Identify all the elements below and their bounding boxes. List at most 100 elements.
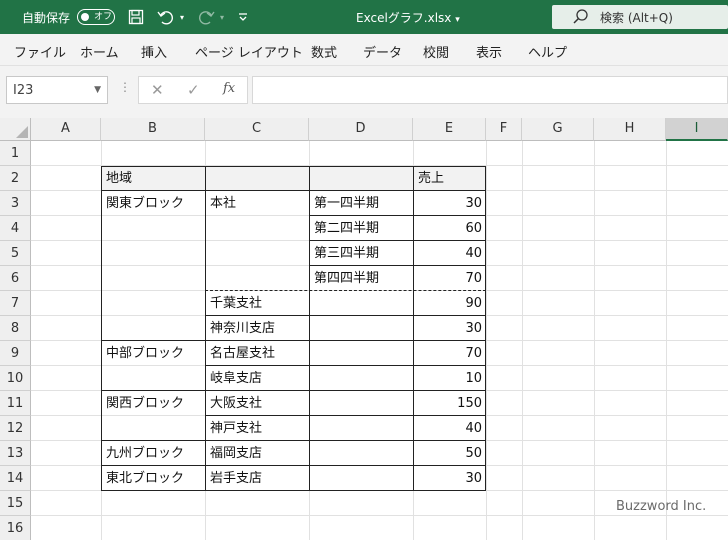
tab-review[interactable]: 校閲 [423,42,449,61]
row-header-5[interactable]: 5 [0,241,31,266]
row-header-10[interactable]: 10 [0,366,31,391]
cell-d4[interactable]: 第二四半期 [310,216,383,241]
row-header-4[interactable]: 4 [0,216,31,241]
gridline [31,515,728,516]
cell-e14[interactable]: 30 [414,466,486,491]
autosave-state: オフ [94,12,113,22]
column-header-b[interactable]: B [101,118,205,141]
cell-d6[interactable]: 第四四半期 [310,266,383,291]
column-header-a[interactable]: A [31,118,101,141]
table-border [205,415,486,416]
column-header-g[interactable]: G [522,118,594,141]
search-icon [572,8,590,30]
row-header-9[interactable]: 9 [0,341,31,366]
row-header-8[interactable]: 8 [0,316,31,341]
cell-c8[interactable]: 神奈川支店 [206,316,279,341]
formula-bar: I23 ▼ ⋮ ✕ ✓ fx [0,66,728,118]
cell-d5[interactable]: 第三四半期 [310,241,383,266]
column-header-e[interactable]: E [413,118,486,141]
more-icon[interactable]: ⋮ [119,80,131,94]
cell-c12[interactable]: 神戸支社 [206,416,266,441]
row-header-2[interactable]: 2 [0,166,31,191]
cell-b11[interactable]: 関西ブロック [102,391,188,416]
undo-dropdown-icon[interactable]: ▾ [177,7,187,27]
table-border [101,190,486,191]
autosave-toggle[interactable]: オフ [77,9,115,25]
customize-icon[interactable] [236,7,250,27]
insert-function-icon[interactable]: fx [223,81,235,96]
column-header-d[interactable]: D [309,118,413,141]
cell-c10[interactable]: 岐阜支店 [206,366,266,391]
column-header-f[interactable]: F [486,118,522,141]
ribbon-tabs: ファイル ホーム 挿入 ページ レイアウト 数式 データ 校閲 表示 ヘルプ [0,34,728,66]
autosave-label: 自動保存 [22,11,71,25]
tab-view[interactable]: 表示 [476,42,502,61]
row-header-11[interactable]: 11 [0,391,31,416]
row-header-1[interactable]: 1 [0,141,31,166]
row-header-15[interactable]: 15 [0,491,31,516]
tab-data[interactable]: データ [363,42,402,61]
redo-dropdown-icon[interactable]: ▾ [217,7,227,27]
row-header-16[interactable]: 16 [0,516,31,540]
cell-e13[interactable]: 50 [414,441,486,466]
cell-c9[interactable]: 名古屋支社 [206,341,279,366]
table-border [309,240,486,241]
cell-c14[interactable]: 岩手支店 [206,466,266,491]
cell-b9[interactable]: 中部ブロック [102,341,188,366]
cell-b14[interactable]: 東北ブロック [102,466,188,491]
cell-e3[interactable]: 30 [414,191,486,216]
watermark: Buzzword Inc. [616,499,707,514]
cell-c13[interactable]: 福岡支店 [206,441,266,466]
cell-b3[interactable]: 関東ブロック [102,191,188,216]
cell-e7[interactable]: 90 [414,291,486,316]
column-header-c[interactable]: C [205,118,309,141]
save-icon[interactable] [126,7,146,27]
cell-e2[interactable]: 売上 [414,166,448,191]
tab-home[interactable]: ホーム [80,42,119,61]
table-border [205,166,206,491]
cell-e9[interactable]: 70 [414,341,486,366]
table-border [101,340,486,341]
row-header-7[interactable]: 7 [0,291,31,316]
row-header-3[interactable]: 3 [0,191,31,216]
cell-e10[interactable]: 10 [414,366,486,391]
cell-c11[interactable]: 大阪支社 [206,391,266,416]
tab-help[interactable]: ヘルプ [528,42,567,61]
cell-d3[interactable]: 第一四半期 [310,191,383,216]
tab-file[interactable]: ファイル [14,42,66,61]
cell-e11[interactable]: 150 [414,391,486,416]
worksheet-grid[interactable]: A B C D E F G H I 1 2 3 4 5 6 7 8 9 10 1… [0,118,728,540]
cell-c7[interactable]: 千葉支社 [206,291,266,316]
row-header-12[interactable]: 12 [0,416,31,441]
row-header-6[interactable]: 6 [0,266,31,291]
cell-e5[interactable]: 40 [414,241,486,266]
tab-insert[interactable]: 挿入 [141,42,167,61]
cell-e12[interactable]: 40 [414,416,486,441]
formula-input[interactable] [252,76,728,104]
cancel-icon[interactable]: ✕ [151,81,164,99]
table-border [101,440,486,441]
tab-page-layout[interactable]: ページ レイアウト [195,42,303,61]
column-header-i[interactable]: I [666,118,728,141]
cell-b2[interactable]: 地域 [102,166,136,191]
row-header-14[interactable]: 14 [0,466,31,491]
tab-formulas[interactable]: 数式 [311,42,337,61]
toggle-knob [81,13,89,21]
file-name[interactable]: Excelグラフ.xlsx ▾ [356,9,460,26]
cell-e4[interactable]: 60 [414,216,486,241]
table-border [101,465,486,466]
cell-c3[interactable]: 本社 [206,191,240,216]
table-border-dashed [205,290,486,291]
undo-icon[interactable] [155,7,177,27]
enter-icon[interactable]: ✓ [187,81,200,99]
cell-b13[interactable]: 九州ブロック [102,441,188,466]
select-all-button[interactable] [0,118,31,141]
search-box[interactable]: 検索 (Alt+Q) [552,5,728,29]
row-header-13[interactable]: 13 [0,441,31,466]
cell-e8[interactable]: 30 [414,316,486,341]
formula-buttons: ✕ ✓ fx [138,76,248,104]
cell-e6[interactable]: 70 [414,266,486,291]
name-box[interactable]: I23 ▼ [6,76,108,104]
column-header-h[interactable]: H [594,118,666,141]
redo-icon[interactable] [195,7,217,27]
